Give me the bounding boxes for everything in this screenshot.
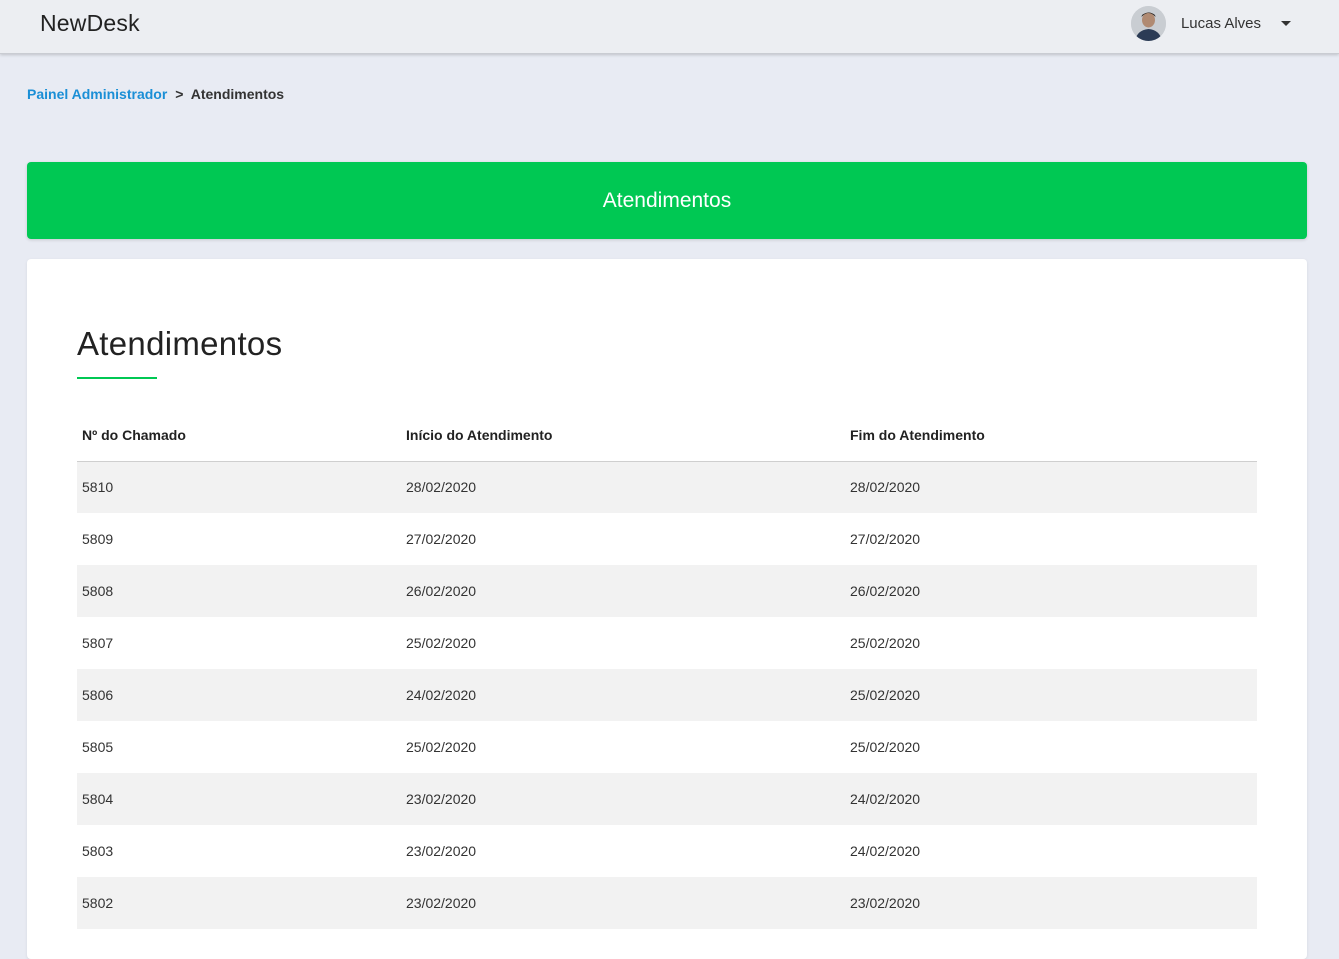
cell-ticket-number: 5804 xyxy=(77,773,401,825)
content-card: Atendimentos Nº do Chamado Início do Ate… xyxy=(27,259,1307,959)
table-row[interactable]: 5803 23/02/2020 24/02/2020 xyxy=(77,825,1257,877)
cell-ticket-number: 5805 xyxy=(77,721,401,773)
brand-logo[interactable]: NewDesk xyxy=(40,10,140,37)
cell-start-date: 25/02/2020 xyxy=(401,617,845,669)
breadcrumb-separator: > xyxy=(175,86,184,102)
cell-ticket-number: 5808 xyxy=(77,565,401,617)
tickets-table: Nº do Chamado Início do Atendimento Fim … xyxy=(77,409,1257,929)
banner-title: Atendimentos xyxy=(602,188,732,212)
cell-end-date: 25/02/2020 xyxy=(845,721,1257,773)
cell-end-date: 27/02/2020 xyxy=(845,513,1257,565)
avatar[interactable] xyxy=(1130,5,1166,41)
cell-start-date: 23/02/2020 xyxy=(401,877,845,929)
chevron-down-icon[interactable] xyxy=(1281,20,1291,26)
table-row[interactable]: 5802 23/02/2020 23/02/2020 xyxy=(77,877,1257,929)
table-row[interactable]: 5804 23/02/2020 24/02/2020 xyxy=(77,773,1257,825)
cell-ticket-number: 5802 xyxy=(77,877,401,929)
cell-ticket-number: 5806 xyxy=(77,669,401,721)
column-header-end[interactable]: Fim do Atendimento xyxy=(845,409,1257,462)
cell-end-date: 24/02/2020 xyxy=(845,825,1257,877)
user-menu[interactable]: Lucas Alves xyxy=(1130,4,1291,42)
user-name[interactable]: Lucas Alves xyxy=(1181,15,1261,32)
table-row[interactable]: 5809 27/02/2020 27/02/2020 xyxy=(77,513,1257,565)
cell-ticket-number: 5807 xyxy=(77,617,401,669)
column-header-ticket-number[interactable]: Nº do Chamado xyxy=(77,409,401,462)
table-row[interactable]: 5810 28/02/2020 28/02/2020 xyxy=(77,461,1257,513)
breadcrumb-link-admin[interactable]: Painel Administrador xyxy=(27,86,167,102)
cell-end-date: 26/02/2020 xyxy=(845,565,1257,617)
table-header-row: Nº do Chamado Início do Atendimento Fim … xyxy=(77,409,1257,462)
page-banner: Atendimentos xyxy=(27,162,1307,239)
cell-end-date: 24/02/2020 xyxy=(845,773,1257,825)
cell-start-date: 23/02/2020 xyxy=(401,825,845,877)
table-row[interactable]: 5807 25/02/2020 25/02/2020 xyxy=(77,617,1257,669)
cell-end-date: 23/02/2020 xyxy=(845,877,1257,929)
table-row[interactable]: 5805 25/02/2020 25/02/2020 xyxy=(77,721,1257,773)
page-title: Atendimentos xyxy=(77,325,283,362)
breadcrumb-current: Atendimentos xyxy=(190,86,285,102)
cell-start-date: 24/02/2020 xyxy=(401,669,845,721)
cell-ticket-number: 5810 xyxy=(77,461,401,513)
column-header-start[interactable]: Início do Atendimento xyxy=(401,409,845,462)
title-underline xyxy=(77,377,157,379)
cell-end-date: 25/02/2020 xyxy=(845,617,1257,669)
cell-ticket-number: 5809 xyxy=(77,513,401,565)
cell-start-date: 26/02/2020 xyxy=(401,565,845,617)
cell-start-date: 23/02/2020 xyxy=(401,773,845,825)
cell-start-date: 28/02/2020 xyxy=(401,461,845,513)
cell-start-date: 25/02/2020 xyxy=(401,721,845,773)
cell-start-date: 27/02/2020 xyxy=(401,513,845,565)
cell-ticket-number: 5803 xyxy=(77,825,401,877)
top-navbar: NewDesk Lucas Alves xyxy=(0,0,1339,54)
cell-end-date: 25/02/2020 xyxy=(845,669,1257,721)
user-avatar-icon xyxy=(1130,5,1166,41)
breadcrumb: Painel Administrador > Atendimentos xyxy=(27,86,284,102)
table-row[interactable]: 5806 24/02/2020 25/02/2020 xyxy=(77,669,1257,721)
table-row[interactable]: 5808 26/02/2020 26/02/2020 xyxy=(77,565,1257,617)
cell-end-date: 28/02/2020 xyxy=(845,461,1257,513)
